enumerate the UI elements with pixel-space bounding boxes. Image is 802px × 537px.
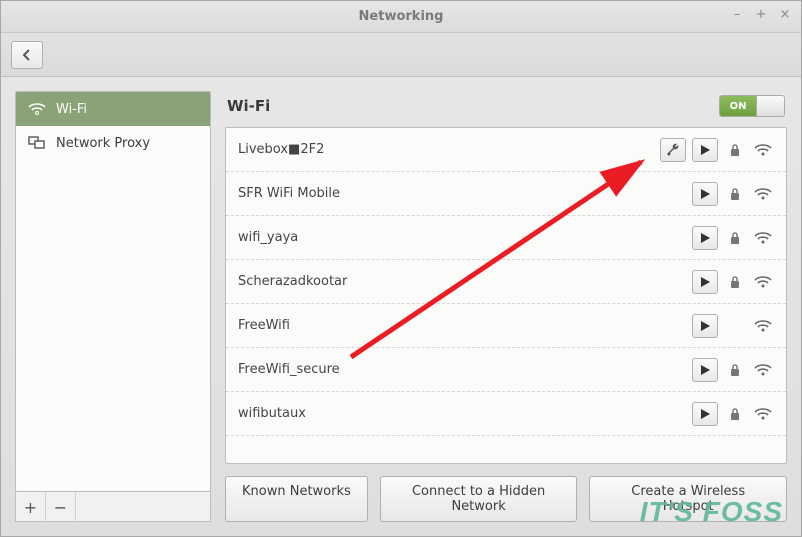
lock-spacer [724, 315, 746, 337]
wifi-toggle[interactable]: ON [719, 95, 785, 117]
window-controls: – + × [729, 7, 793, 22]
connect-button[interactable] [692, 226, 718, 250]
maximize-button[interactable]: + [753, 7, 769, 22]
wifi-icon [28, 101, 46, 117]
proxy-icon [28, 135, 46, 151]
connect-button[interactable] [692, 358, 718, 382]
network-row[interactable]: wifibutaux [226, 392, 786, 436]
network-row[interactable]: Scherazadkootar [226, 260, 786, 304]
lock-icon [724, 227, 746, 249]
page-title: Wi-Fi [227, 97, 270, 115]
lock-icon [724, 359, 746, 381]
bottom-buttons: Known Networks Connect to a Hidden Netwo… [225, 464, 787, 522]
network-name: SFR WiFi Mobile [238, 186, 692, 201]
network-actions [692, 358, 774, 382]
back-button[interactable] [11, 41, 43, 69]
sidebar-item-wifi[interactable]: Wi-Fi [16, 92, 210, 126]
network-actions [660, 138, 774, 162]
connect-button[interactable] [692, 314, 718, 338]
back-arrow-icon [20, 48, 34, 62]
signal-strength-icon [752, 315, 774, 337]
network-row[interactable]: Livebox■2F2 [226, 128, 786, 172]
sidebar-item-network-proxy[interactable]: Network Proxy [16, 126, 210, 160]
network-list: Livebox■2F2 SFR WiFi Mobile wifi_yaya Scher… [225, 127, 787, 464]
network-name: Livebox■2F2 [238, 142, 660, 157]
known-networks-button[interactable]: Known Networks [225, 476, 368, 522]
lock-icon [724, 183, 746, 205]
toggle-on-label: ON [720, 96, 756, 116]
create-hotspot-button[interactable]: Create a Wireless Hotspot [589, 476, 787, 522]
content-area: Wi-Fi Network Proxy + − [1, 77, 801, 536]
network-row[interactable]: SFR WiFi Mobile [226, 172, 786, 216]
network-actions [692, 270, 774, 294]
configure-network-button[interactable] [660, 138, 686, 162]
lock-icon [724, 139, 746, 161]
sidebar: Wi-Fi Network Proxy [15, 91, 211, 492]
network-actions [692, 226, 774, 250]
network-actions [692, 314, 774, 338]
signal-strength-icon [752, 403, 774, 425]
lock-icon [724, 403, 746, 425]
minimize-button[interactable]: – [729, 7, 745, 22]
signal-strength-icon [752, 183, 774, 205]
signal-strength-icon [752, 227, 774, 249]
toggle-knob [756, 96, 785, 116]
lock-icon [724, 271, 746, 293]
network-actions [692, 182, 774, 206]
sidebar-container: Wi-Fi Network Proxy + − [15, 91, 211, 522]
network-row[interactable]: FreeWifi_secure [226, 348, 786, 392]
network-name: wifi_yaya [238, 230, 692, 245]
network-name: FreeWifi_secure [238, 362, 692, 377]
sidebar-footer: + − [15, 492, 211, 522]
connect-button[interactable] [692, 270, 718, 294]
network-row[interactable]: wifi_yaya [226, 216, 786, 260]
network-actions [692, 402, 774, 426]
main-header: Wi-Fi ON [225, 91, 787, 127]
remove-connection-button[interactable]: − [46, 492, 76, 522]
sidebar-item-label: Wi-Fi [56, 102, 87, 117]
main-panel: Wi-Fi ON Livebox■2F2 SFR WiFi Mobile wifi_… [225, 91, 787, 522]
connect-hidden-network-button[interactable]: Connect to a Hidden Network [380, 476, 578, 522]
network-name: wifibutaux [238, 406, 692, 421]
connect-button[interactable] [692, 138, 718, 162]
connect-button[interactable] [692, 402, 718, 426]
signal-strength-icon [752, 271, 774, 293]
signal-strength-icon [752, 359, 774, 381]
signal-strength-icon [752, 139, 774, 161]
add-connection-button[interactable]: + [16, 492, 46, 522]
networking-window: Networking – + × [0, 0, 802, 537]
sidebar-item-label: Network Proxy [56, 136, 150, 151]
connect-button[interactable] [692, 182, 718, 206]
network-name: Scherazadkootar [238, 274, 692, 289]
network-name: FreeWifi [238, 318, 692, 333]
window-title: Networking [359, 9, 444, 24]
toolbar [1, 33, 801, 77]
titlebar: Networking – + × [1, 1, 801, 33]
network-row[interactable]: FreeWifi [226, 304, 786, 348]
close-button[interactable]: × [777, 7, 793, 22]
